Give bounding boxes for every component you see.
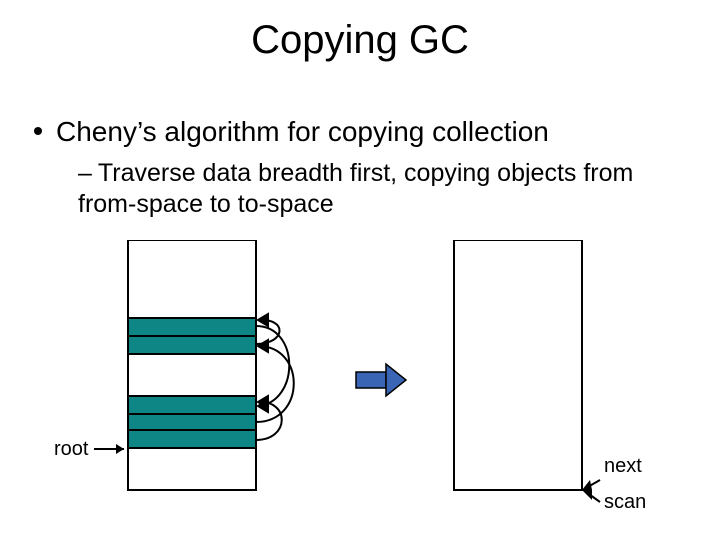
copying-gc-diagram: root next scan [0, 240, 720, 530]
slide-title: Copying GC [0, 18, 720, 63]
scan-label: scan [604, 491, 646, 513]
bullet-main-text: Cheny’s algorithm for copying collection [56, 116, 549, 147]
object-pointers [256, 314, 294, 440]
to-space-box [454, 240, 582, 490]
next-label: next [604, 455, 642, 477]
bullet-dot-icon [34, 127, 42, 135]
scan-arrow [582, 490, 600, 502]
bullet-dash-icon: – [78, 159, 92, 187]
from-space-box [128, 240, 256, 490]
bullet-level-2: –Traverse data breadth first, copying ob… [78, 158, 638, 219]
root-arrow [94, 444, 124, 454]
from-block-lower [128, 396, 256, 448]
copy-arrow-icon [356, 364, 406, 396]
bullet-level-1: Cheny’s algorithm for copying collection [34, 116, 549, 148]
bullet-sub-text: Traverse data breadth first, copying obj… [78, 159, 633, 218]
root-label: root [54, 438, 89, 460]
next-arrow [582, 480, 600, 490]
